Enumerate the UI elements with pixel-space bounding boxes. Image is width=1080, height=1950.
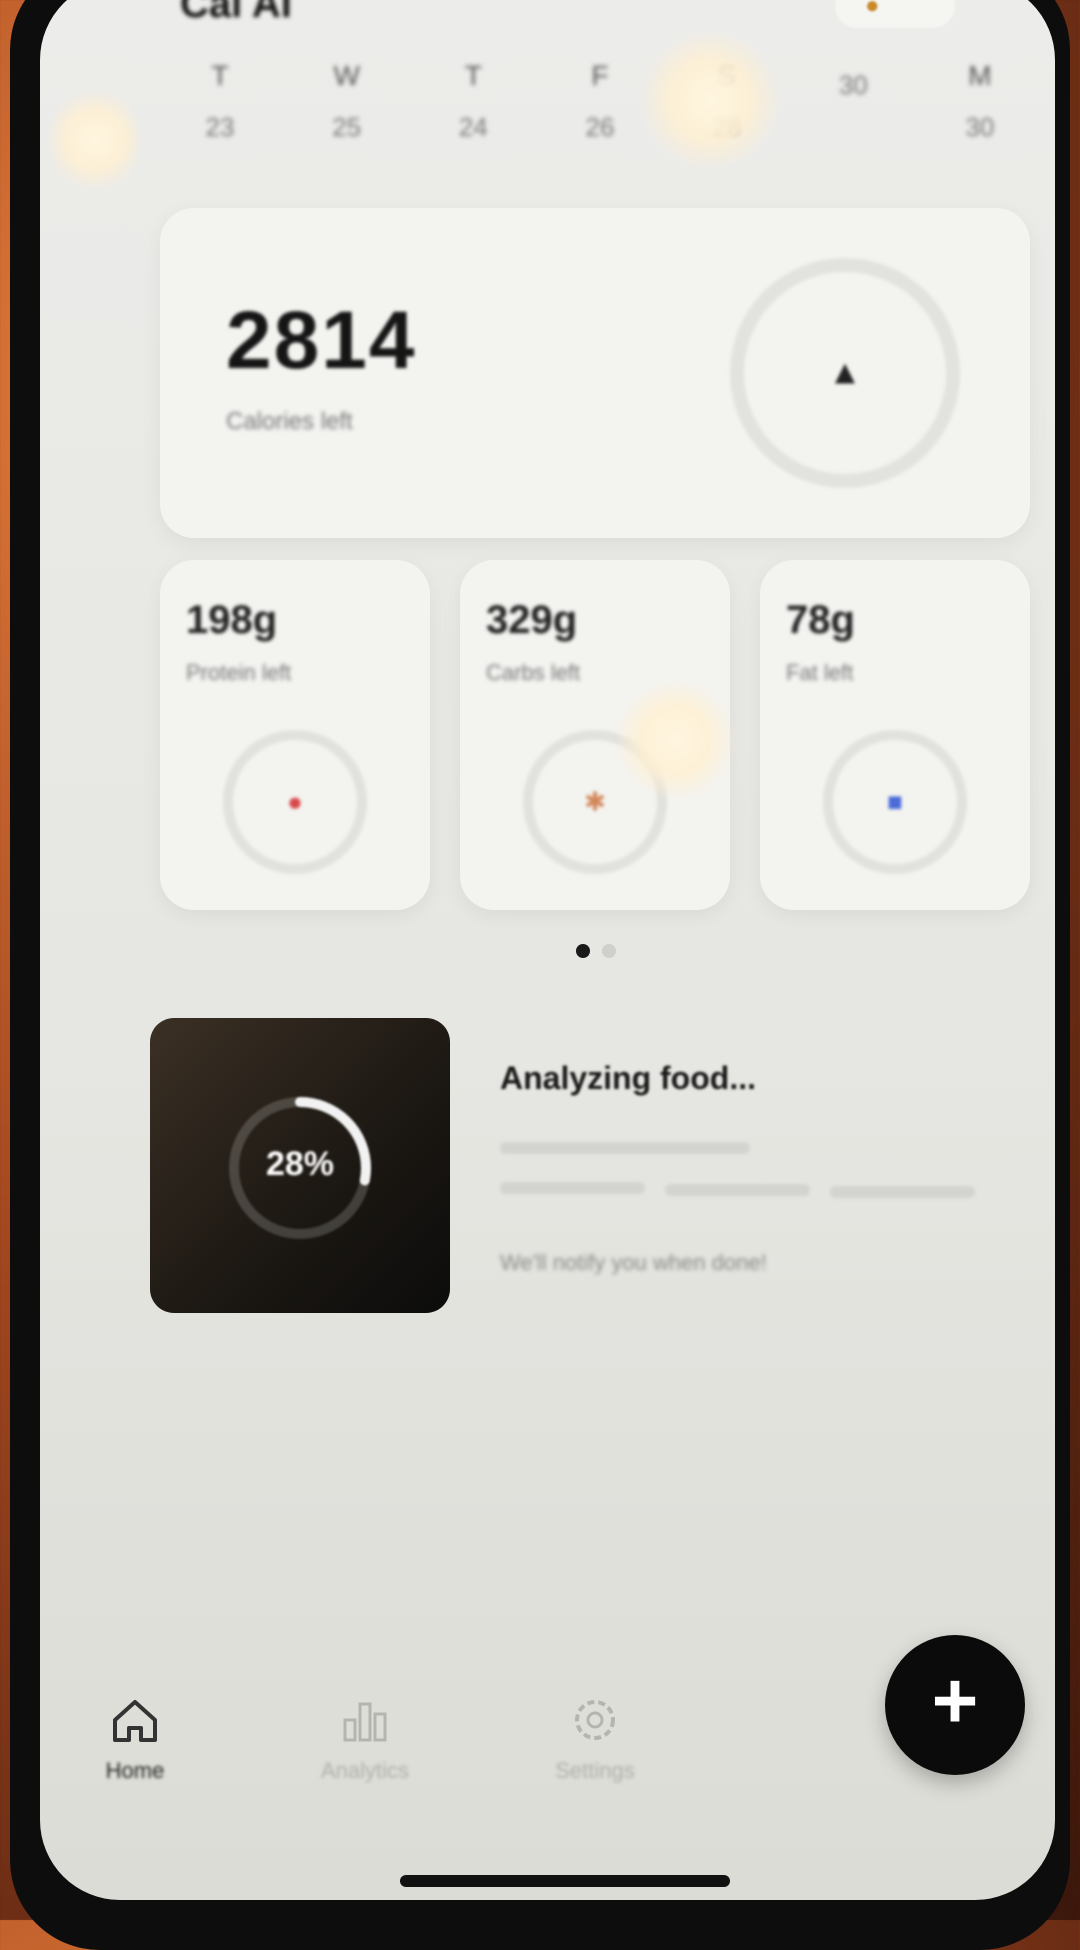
- protein-ring: ●: [223, 730, 367, 874]
- tab-analytics-label: Analytics: [320, 1758, 410, 1783]
- day-number: 24: [458, 112, 488, 142]
- progress-percent: 28%: [265, 1145, 335, 1183]
- tab-settings[interactable]: Settings: [520, 1690, 670, 1784]
- day-letter: T: [211, 60, 229, 91]
- calories-card[interactable]: 2814 Calories left ▲: [160, 208, 1030, 538]
- wheat-icon: ✱: [584, 786, 606, 817]
- analyzing-note: We'll notify you when done!: [500, 1250, 767, 1275]
- app-screen: Cal AI ● T 23 W 25 T 24 F 26 S 28 30 M 3…: [40, 0, 1055, 1900]
- skeleton-bar: [500, 1142, 750, 1154]
- day-number: 30: [838, 70, 868, 100]
- home-indicator[interactable]: [400, 1875, 730, 1887]
- calories-ring: ▲: [730, 258, 960, 488]
- carbs-ring: ✱: [523, 730, 667, 874]
- day-number: 28: [712, 112, 742, 142]
- day-item-selected[interactable]: 30: [803, 50, 903, 170]
- day-number: 25: [332, 112, 362, 142]
- analyzing-food-item[interactable]: 28% Analyzing food... We'll notify you w…: [120, 1010, 1020, 1313]
- calories-left-label: Calories left: [226, 408, 353, 435]
- skeleton-bar: [665, 1184, 810, 1196]
- tab-home[interactable]: Home: [60, 1690, 210, 1784]
- page-dot-active[interactable]: [576, 944, 590, 958]
- streak-badge[interactable]: ●: [835, 0, 955, 28]
- tab-home-label: Home: [105, 1758, 165, 1783]
- flame-icon: ●: [865, 0, 880, 19]
- skeleton-bar: [500, 1182, 645, 1194]
- day-letter: W: [333, 60, 360, 91]
- header: Cal AI ●: [180, 0, 995, 32]
- day-number: 30: [965, 112, 995, 142]
- food-thumbnail: 28%: [150, 1018, 450, 1313]
- bar-chart-icon: [343, 1702, 387, 1742]
- light-glare: [50, 85, 140, 195]
- day-item[interactable]: M 30: [930, 50, 1030, 170]
- page-dot[interactable]: [602, 944, 616, 958]
- add-food-button[interactable]: +: [885, 1635, 1025, 1775]
- fat-label: Fat left: [786, 660, 854, 685]
- page-indicator[interactable]: [576, 944, 616, 958]
- plus-icon: +: [931, 1656, 979, 1745]
- home-icon: [113, 1700, 157, 1742]
- app-title: Cal AI: [180, 0, 292, 26]
- day-number: 23: [205, 112, 235, 142]
- carbs-value: 329g: [486, 598, 578, 642]
- day-item[interactable]: T 24: [423, 50, 523, 170]
- gear-icon: [575, 1700, 615, 1740]
- day-item[interactable]: S 28: [677, 50, 777, 170]
- analyzing-title: Analyzing food...: [500, 1060, 756, 1096]
- tab-settings-label: Settings: [555, 1758, 635, 1783]
- day-item[interactable]: W 25: [297, 50, 397, 170]
- day-letter: M: [968, 60, 992, 91]
- calories-left-value: 2814: [226, 295, 417, 386]
- day-number: 26: [585, 112, 615, 142]
- tab-analytics[interactable]: Analytics: [290, 1690, 440, 1784]
- drumstick-icon: ●: [287, 786, 303, 817]
- day-letter: T: [464, 60, 482, 91]
- fat-value: 78g: [786, 598, 855, 642]
- droplet-icon: ■: [887, 786, 903, 817]
- day-letter: S: [717, 60, 736, 91]
- day-item[interactable]: F 26: [550, 50, 650, 170]
- protein-card[interactable]: 198g Protein left ●: [160, 560, 430, 910]
- carbs-label: Carbs left: [486, 660, 581, 685]
- protein-value: 198g: [186, 598, 278, 642]
- week-strip: T 23 W 25 T 24 F 26 S 28 30 M 30: [170, 50, 1030, 170]
- day-letter: F: [591, 60, 609, 91]
- skeleton-bar: [830, 1186, 975, 1198]
- protein-label: Protein left: [186, 660, 292, 685]
- flame-icon: ▲: [828, 353, 862, 392]
- day-item[interactable]: T 23: [170, 50, 270, 170]
- fat-card[interactable]: 78g Fat left ■: [760, 560, 1030, 910]
- fat-ring: ■: [823, 730, 967, 874]
- carbs-card[interactable]: 329g Carbs left ✱: [460, 560, 730, 910]
